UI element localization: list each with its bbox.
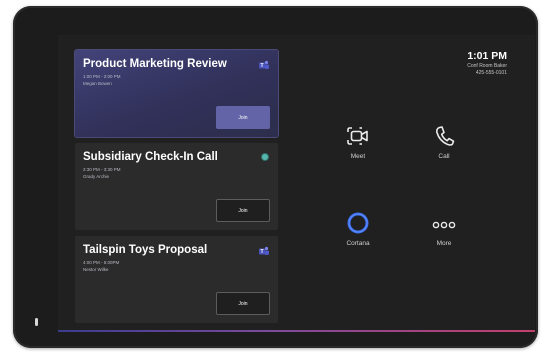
meet-button[interactable]: Meet: [328, 120, 388, 160]
meeting-title: Tailspin Toys Proposal: [83, 244, 208, 256]
meeting-card-product-marketing-review[interactable]: Product Marketing Review 1:00 PM - 2:00 …: [75, 50, 278, 137]
room-header: 1:01 PM Conf Room Baker 425-555-0101: [467, 50, 507, 76]
meeting-card-subsidiary-check-in-call[interactable]: Subsidiary Check-In Call 2:30 PM - 3:30 …: [75, 143, 278, 230]
meeting-organizer: Grady Archie: [83, 174, 110, 179]
clock-time: 1:01 PM: [467, 50, 507, 62]
call-label: Call: [438, 153, 450, 160]
join-button[interactable]: Join: [216, 199, 270, 222]
room-phone: 425-555-0101: [475, 70, 507, 76]
tablet-device: Product Marketing Review 1:00 PM - 2:00 …: [13, 6, 538, 348]
call-button[interactable]: Call: [414, 120, 474, 160]
more-button[interactable]: More: [414, 207, 474, 247]
meeting-title: Subsidiary Check-In Call: [83, 151, 218, 163]
teams-room-screen: Product Marketing Review 1:00 PM - 2:00 …: [58, 35, 535, 332]
meeting-card-tailspin-toys-proposal[interactable]: Tailspin Toys Proposal 4:00 PM - 5:00PM …: [75, 236, 278, 323]
status-dot-icon: [262, 154, 268, 160]
camera-indicator: [35, 318, 38, 326]
meeting-organizer: Nestor Wilke: [83, 267, 109, 272]
meeting-time: 2:30 PM - 3:30 PM: [83, 167, 121, 172]
join-button[interactable]: Join: [216, 106, 270, 129]
meet-label: Meet: [350, 153, 366, 160]
teams-icon: T: [259, 60, 269, 69]
meeting-organizer: Megan Bowen: [83, 81, 112, 86]
teams-icon: T: [259, 246, 269, 255]
more-label: More: [436, 240, 452, 247]
cortana-button[interactable]: Cortana: [328, 207, 388, 247]
svg-text:T: T: [260, 63, 263, 69]
screen-accent-bar: [58, 330, 535, 332]
svg-text:T: T: [260, 249, 263, 255]
cortana-icon: [328, 207, 388, 235]
room-name: Conf Room Baker: [467, 63, 507, 69]
cortana-label: Cortana: [346, 240, 370, 247]
join-button[interactable]: Join: [216, 292, 270, 315]
meeting-title: Product Marketing Review: [83, 58, 227, 70]
more-icon: [414, 207, 474, 235]
phone-icon: [414, 120, 474, 148]
meeting-time: 1:00 PM - 2:00 PM: [83, 74, 121, 79]
video-camera-icon: [328, 120, 388, 148]
meeting-time: 4:00 PM - 5:00PM: [83, 260, 120, 265]
